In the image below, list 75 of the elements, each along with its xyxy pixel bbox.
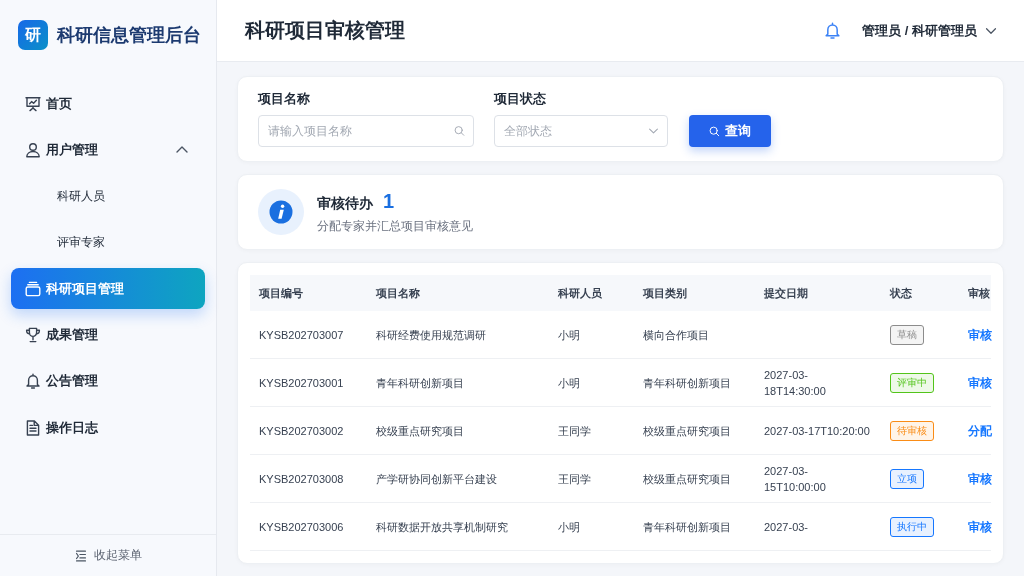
table-cell: KYSB202703008	[250, 454, 367, 503]
status-tag: 执行中	[890, 516, 934, 537]
summary-title: 审核待办	[317, 195, 373, 213]
table-cell: KYSB202703001	[250, 358, 367, 407]
search-button[interactable]: 查询	[689, 115, 771, 147]
page-title: 科研项目审核管理	[245, 18, 405, 43]
table-cell: KYSB202703007	[250, 311, 367, 359]
table-cell: 校级重点研究项目	[634, 406, 755, 455]
table-cell: 2027-03- 18T14:30:00	[755, 358, 881, 407]
nav-item[interactable]: 成果管理	[11, 314, 205, 356]
table-cell: 青年科研创新项目	[367, 358, 549, 407]
search-field[interactable]: 请输入项目名称	[258, 115, 474, 147]
action-link[interactable]: 分配	[968, 424, 992, 437]
table-cell: 小明	[549, 358, 634, 407]
status-tag: 评审中	[890, 372, 934, 393]
collapse-menu-button[interactable]: 收起菜单	[70, 546, 146, 565]
table-cell: 横向合作项目	[634, 311, 755, 359]
table-cell: 王同学	[549, 454, 634, 503]
app-title: 科研信息管理后台	[57, 24, 201, 47]
nav-subitem[interactable]: 评审专家	[11, 221, 205, 263]
table-cell: 科研数据开放共享机制研究	[367, 502, 549, 551]
field-label: 项目状态	[494, 91, 547, 107]
info-icon	[258, 189, 304, 235]
action-link[interactable]: 审核	[968, 520, 992, 533]
document-icon	[25, 419, 41, 436]
table-cell: 校级重点研究项目	[634, 454, 755, 503]
nav-subitem[interactable]: 科研人员	[11, 175, 205, 217]
user-icon	[25, 141, 41, 158]
column-header: 项目编号	[250, 275, 367, 311]
table-cell: 青年科研创新项目	[634, 502, 755, 551]
table-cell: 小明	[549, 311, 634, 359]
table-cell: KYSB202703006	[250, 502, 367, 551]
trophy-icon	[25, 327, 41, 343]
table-cell: 小明	[549, 502, 634, 551]
bell-icon	[25, 373, 41, 390]
action-link[interactable]: 审核	[968, 472, 992, 485]
table-cell: KYSB202703002	[250, 406, 367, 455]
status-select[interactable]: 全部状态	[494, 115, 668, 147]
table-cell: 科研经费使用规范调研	[367, 311, 549, 359]
search-icon	[709, 125, 720, 137]
table-cell: 产学研协同创新平台建设	[367, 454, 549, 503]
table-cell: 王同学	[549, 406, 634, 455]
column-header: 提交日期	[755, 275, 881, 311]
nav-item[interactable]: 科研项目管理	[11, 268, 205, 310]
nav-item[interactable]: 首页	[11, 83, 205, 124]
bell-icon[interactable]	[824, 22, 842, 39]
logo-badge: 研	[18, 20, 48, 50]
column-header: 状态	[881, 275, 959, 311]
presentation-chart-icon	[25, 95, 41, 112]
nav-item[interactable]: 公告管理	[11, 360, 205, 402]
action-link[interactable]: 审核	[968, 328, 992, 341]
column-header: 审核	[959, 275, 991, 311]
user-menu[interactable]: 管理员 / 科研管理员	[862, 19, 997, 42]
column-header: 项目类别	[634, 275, 755, 311]
table-cell: 2027-03-	[755, 502, 881, 551]
table-cell: 青年科研创新项目	[634, 358, 755, 407]
status-tag: 待审核	[890, 420, 934, 441]
summary-description: 分配专家并汇总项目审核意见	[317, 219, 473, 234]
pending-count: 1	[383, 190, 395, 213]
search-icon	[454, 125, 465, 137]
chevron-down-icon	[648, 127, 659, 135]
status-tag: 立项	[890, 468, 924, 489]
stacked-cards-icon	[25, 280, 41, 297]
chevron-down-icon	[985, 26, 997, 35]
table-cell: 2027-03-17T10:20:00	[755, 406, 881, 455]
action-link[interactable]: 审核	[968, 376, 992, 389]
column-header: 科研人员	[549, 275, 634, 311]
nav-item[interactable]: 操作日志	[11, 407, 205, 449]
collapse-menu-icon	[74, 549, 87, 562]
status-tag: 草稿	[890, 324, 924, 345]
nav-item[interactable]: 用户管理	[11, 129, 205, 171]
table-cell: 2027-03- 15T10:00:00	[755, 454, 881, 503]
table-cell: 校级重点研究项目	[367, 406, 549, 455]
field-label: 项目名称	[258, 91, 311, 107]
column-header: 项目名称	[367, 275, 549, 311]
